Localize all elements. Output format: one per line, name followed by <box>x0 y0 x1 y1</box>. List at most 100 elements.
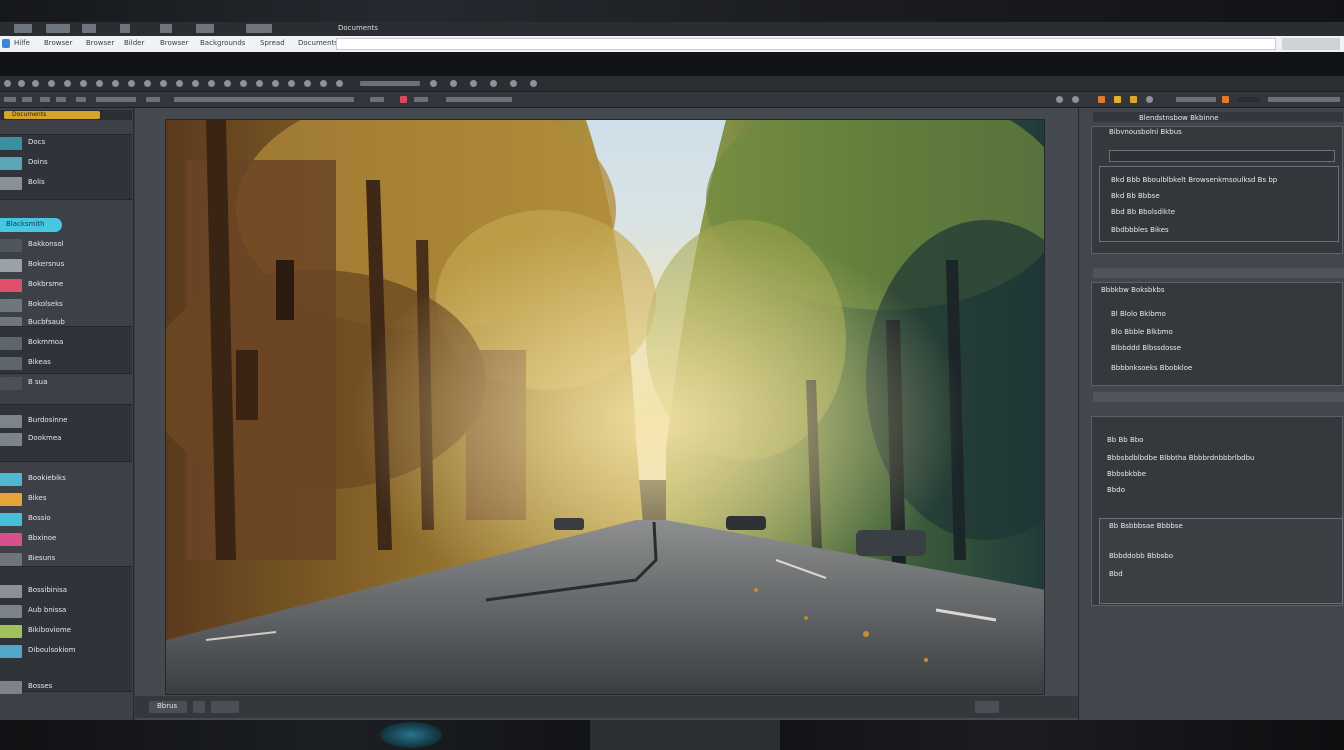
panel-icon[interactable] <box>1056 96 1063 103</box>
status-control[interactable] <box>193 701 205 713</box>
tool-icon[interactable] <box>450 80 457 87</box>
color-swatch-red[interactable] <box>400 96 407 103</box>
layer-item[interactable]: Bbxinoe <box>0 530 132 548</box>
tool-icon[interactable] <box>256 80 263 87</box>
option-control[interactable] <box>174 97 354 102</box>
option-control[interactable] <box>40 97 50 102</box>
tool-icon[interactable] <box>304 80 311 87</box>
menu-item-1[interactable]: Browser <box>44 39 72 47</box>
section-header[interactable] <box>1093 268 1344 278</box>
layer-thumbnail <box>0 357 22 370</box>
color-swatch-gold[interactable] <box>1130 96 1137 103</box>
option-control[interactable] <box>1268 97 1340 102</box>
layer-item[interactable]: Bolis <box>0 174 132 192</box>
layer-item[interactable]: Docs <box>0 134 132 152</box>
tool-icon[interactable] <box>4 80 11 87</box>
window-controls[interactable] <box>1282 38 1340 50</box>
layer-item[interactable]: Bokolseks <box>0 296 132 314</box>
tool-icon[interactable] <box>160 80 167 87</box>
tool-icon[interactable] <box>336 80 343 87</box>
layer-item[interactable]: Bossibinisa <box>0 582 132 600</box>
layer-item[interactable]: Burdosinne <box>0 412 132 430</box>
option-control[interactable] <box>446 97 512 102</box>
monitor-stand <box>590 720 780 750</box>
address-field[interactable] <box>336 38 1276 50</box>
tool-icon[interactable] <box>240 80 247 87</box>
color-swatch-yellow[interactable] <box>1114 96 1121 103</box>
layer-item[interactable]: Doins <box>0 154 132 172</box>
active-layer-pill[interactable]: Blacksmith <box>0 218 62 232</box>
section-dropdown[interactable] <box>1109 150 1335 162</box>
layer-item[interactable]: Bosses <box>0 678 132 696</box>
layer-item[interactable]: Bikes <box>0 490 132 508</box>
color-swatch-orange[interactable] <box>1098 96 1105 103</box>
menu-item-5[interactable]: Backgrounds <box>200 39 245 47</box>
menu-item-7[interactable]: Documents <box>298 39 338 47</box>
layer-item[interactable]: Diboulsokiom <box>0 642 132 660</box>
tool-icon[interactable] <box>128 80 135 87</box>
option-control[interactable] <box>56 97 66 102</box>
layer-item[interactable]: Bossio <box>0 510 132 528</box>
tool-icon[interactable] <box>530 80 537 87</box>
option-control[interactable] <box>4 97 16 102</box>
layer-item[interactable]: Bookiebiks <box>0 470 132 488</box>
layer-item[interactable]: Dookmea <box>0 430 132 448</box>
option-control[interactable] <box>1176 97 1216 102</box>
status-control[interactable] <box>975 701 999 713</box>
tool-icon[interactable] <box>224 80 231 87</box>
layer-item[interactable]: Aub bnissa <box>0 602 132 620</box>
tool-icon[interactable] <box>192 80 199 87</box>
menu-item-6[interactable]: Spread <box>260 39 285 47</box>
menu-item-0[interactable]: Hilfe <box>14 39 30 47</box>
option-control[interactable] <box>414 97 428 102</box>
tool-icon[interactable] <box>96 80 103 87</box>
section-title: Bbbkbw Boksbkbs <box>1101 286 1165 294</box>
layer-item[interactable]: Bakkonsol <box>0 236 132 254</box>
layer-thumbnail <box>0 681 22 694</box>
menu-item-3[interactable]: Bilder <box>124 39 144 47</box>
tool-icon[interactable] <box>176 80 183 87</box>
tool-icon[interactable] <box>64 80 71 87</box>
panel-icon[interactable] <box>1072 96 1079 103</box>
tool-icon[interactable] <box>288 80 295 87</box>
tool-icon[interactable] <box>470 80 477 87</box>
tool-icon[interactable] <box>80 80 87 87</box>
tool-icon[interactable] <box>48 80 55 87</box>
layer-item[interactable]: Bokersnus <box>0 256 132 274</box>
layer-label: Bossibinisa <box>28 586 68 594</box>
layer-thumbnail <box>0 299 22 312</box>
tab-documents[interactable]: Documents <box>4 111 100 119</box>
status-control[interactable] <box>211 701 239 713</box>
option-control[interactable] <box>76 97 86 102</box>
tool-icon[interactable] <box>112 80 119 87</box>
color-swatch-orange[interactable] <box>1222 96 1229 103</box>
tool-icon[interactable] <box>430 80 437 87</box>
tool-icon[interactable] <box>208 80 215 87</box>
tool-icon[interactable] <box>272 80 279 87</box>
option-control[interactable] <box>146 97 160 102</box>
section-header[interactable] <box>1093 392 1344 402</box>
option-control[interactable] <box>22 97 32 102</box>
menu-item-4[interactable]: Browser <box>160 39 188 47</box>
tool-icon[interactable] <box>144 80 151 87</box>
tool-icon[interactable] <box>320 80 327 87</box>
option-control[interactable] <box>370 97 384 102</box>
layer-label: Bakkonsol <box>28 240 64 248</box>
layers-panel-header: Documents <box>0 110 132 120</box>
tool-icon[interactable] <box>18 80 25 87</box>
layer-item[interactable]: Bokmmoa <box>0 334 132 352</box>
layer-item[interactable]: Bikiboviome <box>0 622 132 640</box>
layer-item[interactable]: Bikeas <box>0 354 132 372</box>
layer-item[interactable]: Bokbrsme <box>0 276 132 294</box>
layer-item[interactable]: B sua <box>0 374 132 392</box>
option-control[interactable] <box>96 97 136 102</box>
brush-size-slider[interactable] <box>360 81 420 86</box>
tool-icon[interactable] <box>510 80 517 87</box>
menu-item-2[interactable]: Browser <box>86 39 114 47</box>
tool-icon[interactable] <box>32 80 39 87</box>
document-canvas[interactable] <box>165 119 1045 695</box>
layer-thumbnail <box>0 177 22 190</box>
tool-icon[interactable] <box>490 80 497 87</box>
panel-icon[interactable] <box>1146 96 1153 103</box>
option-control[interactable] <box>1238 97 1260 102</box>
